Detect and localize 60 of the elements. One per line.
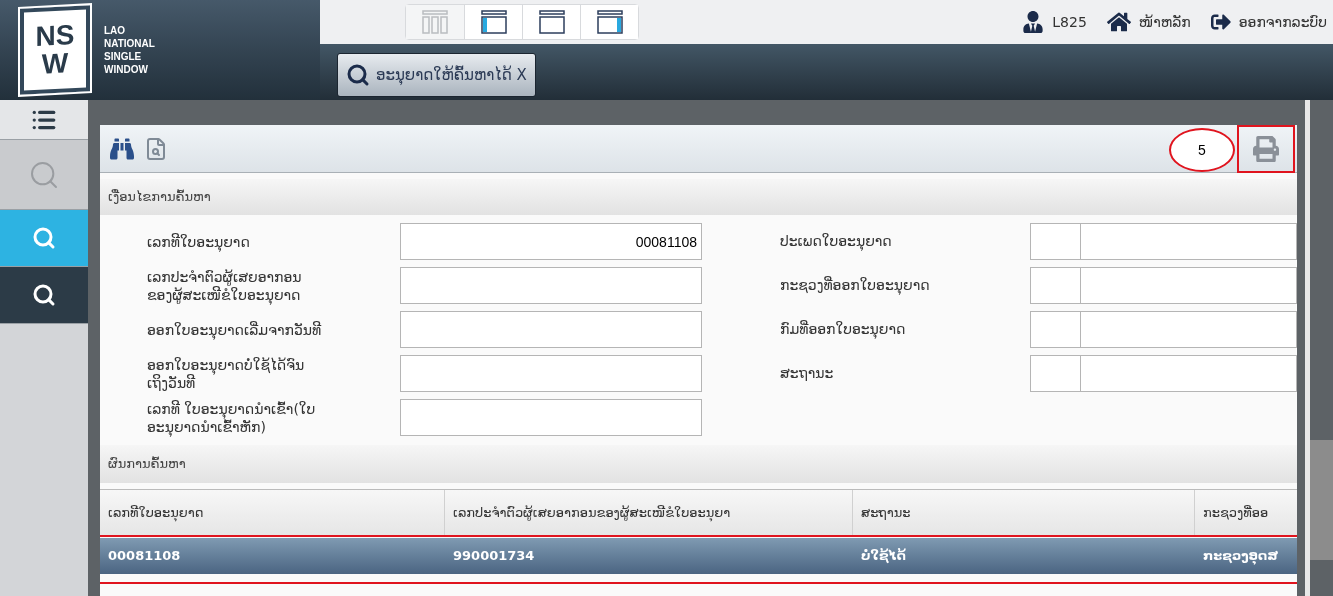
column-header[interactable]: ສະຖານະ	[853, 490, 1195, 535]
table-cell-text: ກະຊວງອຸດສ	[1202, 547, 1279, 567]
document-search-icon	[144, 136, 168, 161]
search-button[interactable]	[110, 136, 134, 161]
layout-icon	[536, 9, 567, 35]
input-field[interactable]: 00081108	[400, 223, 702, 260]
input-field[interactable]	[400, 399, 702, 436]
input-field[interactable]	[400, 311, 702, 348]
column-header[interactable]: ເລກທີໃບອະນຸຍາດ	[100, 490, 445, 535]
layout-button[interactable]	[580, 5, 638, 39]
home-icon	[1106, 10, 1131, 34]
input-field[interactable]	[400, 355, 702, 392]
search-icon	[346, 63, 370, 87]
print-button[interactable]	[1237, 125, 1295, 173]
section-title: ຜົນການຄົ້ນຫາ	[108, 455, 186, 474]
table-row[interactable]: 00081108 990001734 ບໍ່ໃຊ້ໄດ້ ກະຊວງອຸດສ	[100, 538, 1297, 574]
code-field[interactable]	[1030, 311, 1081, 348]
field-label: ອອກໃບອະນຸຍາດເລີ່ມຈາກວັນທີ	[147, 320, 323, 339]
search-icon	[32, 226, 56, 250]
preview-button[interactable]	[144, 136, 168, 161]
input-field[interactable]	[400, 267, 702, 304]
header-link[interactable]: ອອກຈາກລະບົບ	[1210, 11, 1327, 33]
column-header[interactable]: ເລກປະຈຳຕົວຜູ້ເສຍອາກອນຂອງຜູ້ສະເໜີຂໍໃບອະນຸຍາ	[445, 490, 853, 535]
search-icon	[32, 283, 56, 307]
input-field[interactable]	[1081, 267, 1297, 304]
field-label: ອອກໃບອະນຸຍາດບໍ່ໃຊ້ໄດ້ຈົນ ເຖິງວັນທີ	[147, 355, 306, 392]
input-field[interactable]	[1081, 223, 1297, 260]
search-tab[interactable]: ອະນຸຍາດໃຫ້ຄົ້ນຫາໄດ້ X	[337, 53, 536, 97]
logo-mark: NSW	[20, 5, 90, 95]
input-field[interactable]	[1081, 355, 1297, 392]
layout-icon	[478, 9, 509, 35]
scrollbar-thumb[interactable]	[1310, 440, 1333, 560]
layout-icon	[420, 9, 450, 35]
input-field[interactable]	[1081, 311, 1297, 348]
layout-icon	[594, 9, 625, 35]
table-cell-text: ບໍ່ໃຊ້ໄດ້	[860, 547, 907, 566]
field-label: ປະເພດໃບອະນຸຍາດ	[780, 232, 893, 252]
field-label: ກະຊວງທີ່ອອກໃບອະນຸຍາດ	[780, 275, 931, 296]
field-label: ກົມທີ່ອອກໃບອະນຸຍາດ	[780, 319, 907, 340]
header-link[interactable]: ໜ້າຫລັກ	[1106, 10, 1191, 34]
code-field[interactable]	[1030, 355, 1081, 392]
sidebar-item[interactable]	[0, 267, 88, 324]
callout-number: 5	[1169, 128, 1235, 172]
user-icon	[1022, 11, 1045, 33]
logout-icon	[1210, 12, 1231, 32]
table-cell-text: 990001734	[452, 547, 536, 566]
printer-icon	[1253, 135, 1279, 162]
table-cell-text: 00081108	[107, 547, 182, 566]
column-header[interactable]: ກະຊວງທີ່ອອ	[1195, 490, 1297, 535]
binoculars-icon	[110, 136, 134, 161]
code-field[interactable]	[1030, 223, 1081, 260]
field-label: ເລກທີ ໃບອະນຸຍາດນຳເຂົ້າ(ໃບ ອະນຸຍາດນຳເຂົ້າຫັກ)	[147, 399, 317, 436]
header-link[interactable]: L825	[1022, 11, 1087, 33]
code-field[interactable]	[1030, 267, 1081, 304]
field-label: ສະຖານະ	[780, 364, 835, 383]
field-label: ເລກທີໃບອະນຸຍາດ	[147, 232, 251, 251]
logo-text: LAO NATIONAL SINGLE WINDOW	[104, 24, 155, 76]
sidebar-item[interactable]	[0, 100, 88, 140]
section-title: ເງື່ອນໄຂການຄົ້ນຫາ	[108, 188, 211, 207]
field-label: ເລກປະຈຳຕົວຜູ້ເສຍອາກອນ ຂອງຜູ້ສະເໜີຂໍໃບອະນຸຍາດ	[147, 267, 303, 304]
